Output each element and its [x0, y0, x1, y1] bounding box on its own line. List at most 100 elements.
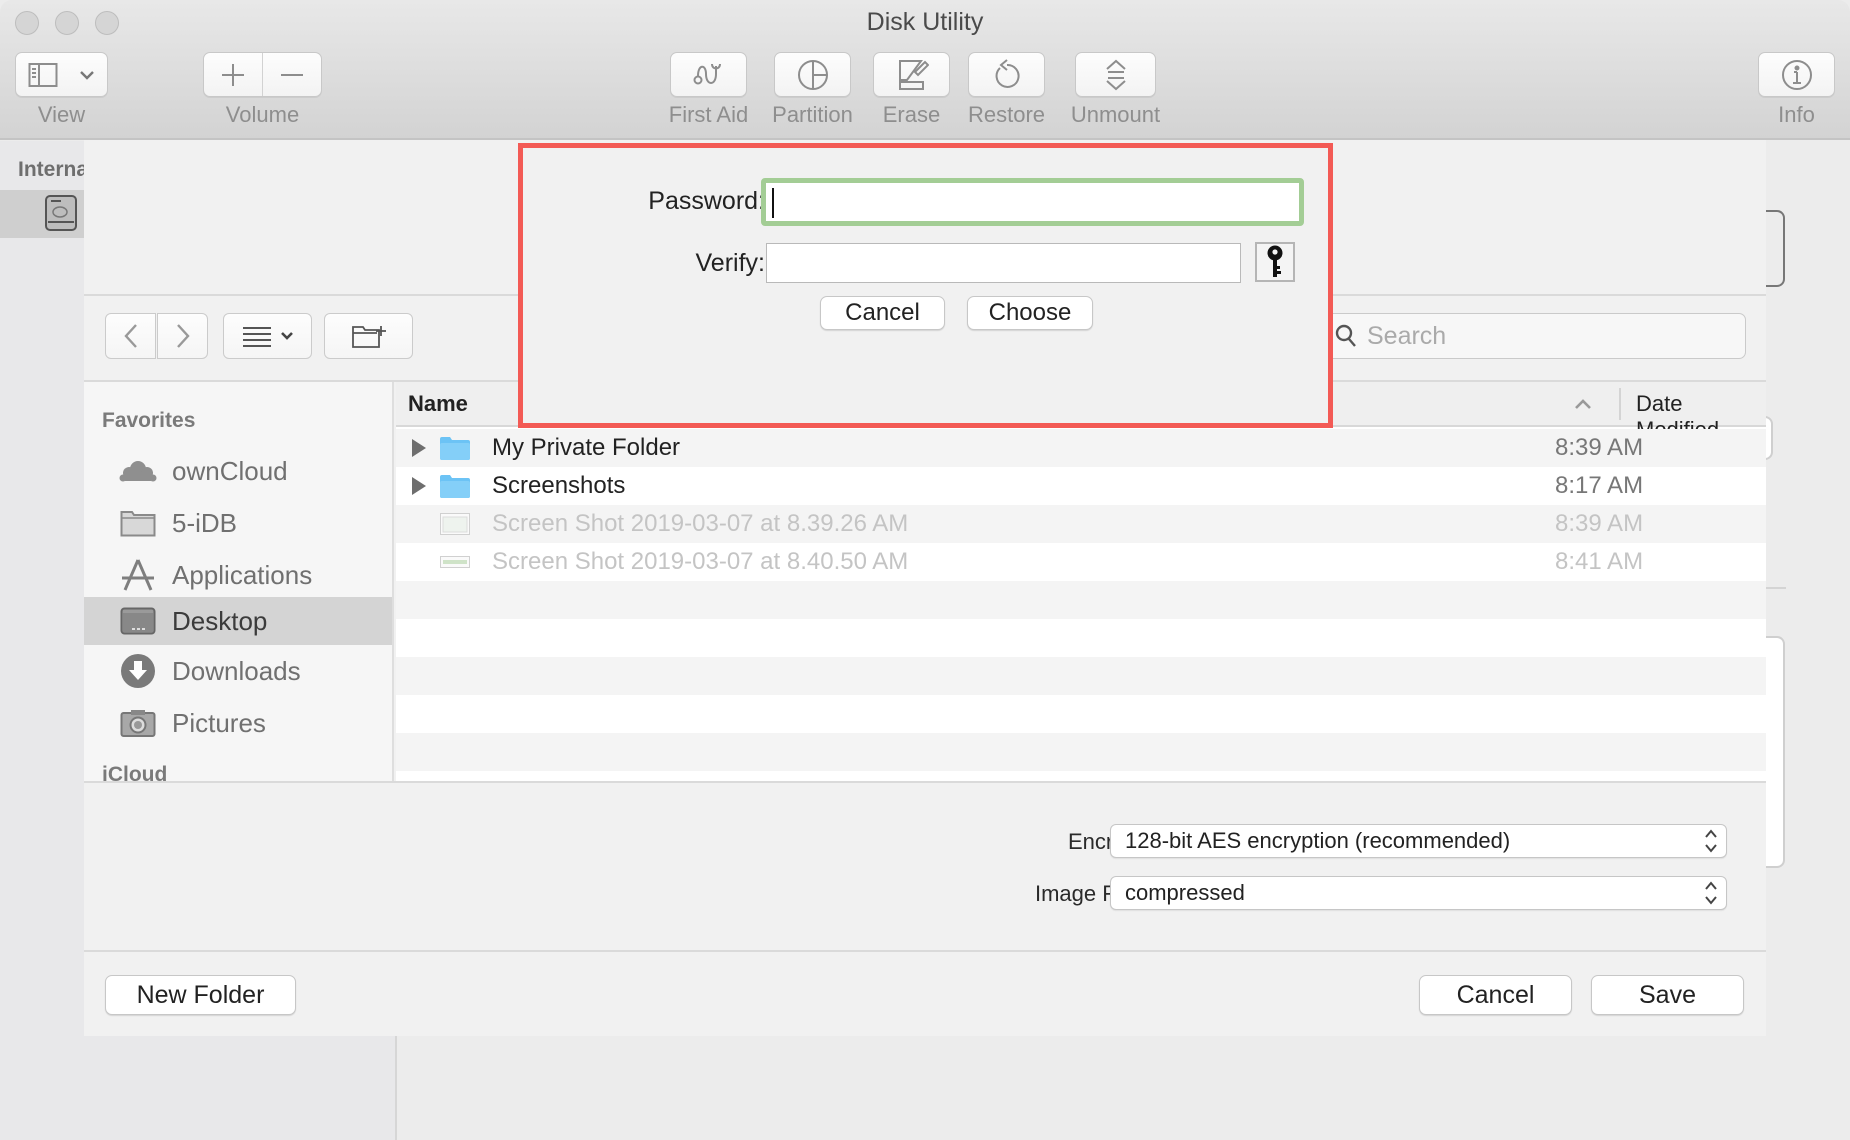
new-folder-icon	[351, 326, 386, 348]
empty-row	[396, 581, 1766, 619]
password-label: Password:	[648, 187, 765, 215]
unmount-button[interactable]	[1075, 52, 1156, 97]
downloads-icon	[121, 654, 155, 688]
sidebar-item-label: Pictures	[172, 707, 266, 738]
cancel-button[interactable]: Cancel	[1419, 975, 1572, 1015]
sidebar-header-icloud: iCloud	[102, 763, 168, 782]
first-aid-label: First Aid	[668, 102, 749, 127]
date-modified-column-header[interactable]: Date Modified	[1622, 382, 1766, 442]
folder-icon	[440, 437, 470, 460]
view-label: View	[37, 102, 86, 127]
volume-button-group	[203, 52, 322, 97]
file-date: 8:17 AM	[1555, 472, 1644, 499]
verify-field[interactable]	[766, 243, 1241, 283]
unmount-label: Unmount	[1070, 102, 1161, 127]
list-view-icon	[242, 327, 271, 347]
add-volume-button[interactable]	[204, 53, 263, 96]
disclosure-triangle-icon[interactable]	[412, 439, 426, 457]
finder-sidebar: Favorites ownCloud 5-iDB Applications De…	[84, 382, 394, 782]
sidebar-item-downloads[interactable]: Downloads	[84, 647, 392, 695]
minus-icon	[280, 73, 303, 76]
plus-icon	[221, 63, 244, 86]
stethoscope-icon	[693, 63, 721, 84]
divider	[84, 781, 1766, 783]
restore-button[interactable]	[968, 52, 1045, 97]
volume-label: Volume	[225, 102, 300, 127]
pictures-icon	[120, 710, 156, 737]
save-button[interactable]: Save	[1591, 975, 1744, 1015]
password-assistant-button[interactable]	[1255, 242, 1295, 282]
sidebar-item-pictures[interactable]: Pictures	[84, 699, 392, 747]
desktop-icon	[120, 607, 156, 635]
empty-row	[396, 619, 1766, 657]
new-folder-toolbar-button[interactable]	[324, 313, 413, 359]
chevron-down-icon	[80, 70, 94, 80]
hard-disk-icon	[45, 195, 77, 231]
sidebar-toggle-icon	[28, 62, 58, 87]
sidebar-item-desktop[interactable]: Desktop	[84, 597, 392, 645]
encryption-value: 128-bit AES encryption (recommended)	[1125, 828, 1511, 853]
applications-icon	[122, 559, 154, 591]
remove-volume-button[interactable]	[263, 53, 322, 96]
sidebar-item-label: 5-iDB	[172, 507, 238, 538]
sidebar-item-disk[interactable]	[0, 190, 84, 238]
file-row: Screen Shot 2019-03-07 at 8.40.50 AM 8:4…	[396, 543, 1766, 581]
owncloud-icon	[119, 461, 157, 482]
erase-icon	[898, 59, 929, 90]
password-dialog: Password: Verify: Cancel Choose	[518, 143, 1333, 428]
sidebar-item-applications[interactable]: Applications	[84, 551, 392, 599]
first-aid-button[interactable]	[670, 52, 747, 97]
divider	[84, 950, 1766, 952]
chevron-right-icon	[176, 324, 190, 348]
verify-label: Verify:	[695, 249, 765, 277]
partition-label: Partition	[772, 102, 853, 127]
sidebar-item-5-idb[interactable]: 5-iDB	[84, 499, 392, 547]
restore-icon	[995, 58, 1020, 88]
screenshot-file-icon	[440, 556, 470, 568]
sidebar-item-label: Desktop	[172, 605, 268, 636]
sidebar-item-label: Downloads	[172, 655, 301, 686]
column-divider	[1619, 388, 1621, 420]
partition-button[interactable]	[774, 52, 851, 97]
file-name: Screen Shot 2019-03-07 at 8.39.26 AM	[492, 510, 909, 537]
chevron-left-icon	[123, 324, 137, 348]
encryption-popup[interactable]: 128-bit AES encryption (recommended)	[1110, 824, 1727, 858]
info-button[interactable]	[1758, 52, 1835, 97]
view-options-button[interactable]	[223, 313, 312, 359]
sidebar-item-label: ownCloud	[172, 455, 288, 486]
erase-button[interactable]	[873, 52, 950, 97]
file-name: Screen Shot 2019-03-07 at 8.40.50 AM	[492, 548, 909, 575]
info-icon	[1781, 59, 1812, 90]
text-caret	[772, 188, 774, 218]
folder-icon	[120, 511, 156, 537]
file-row[interactable]: My Private Folder 8:39 AM	[396, 429, 1766, 467]
background-divider	[1766, 587, 1786, 589]
password-cancel-button[interactable]: Cancel	[820, 296, 945, 330]
new-folder-button[interactable]: New Folder	[105, 975, 296, 1015]
image-format-popup[interactable]: compressed	[1110, 876, 1727, 910]
file-name: My Private Folder	[492, 434, 681, 461]
info-label: Info	[1778, 102, 1815, 127]
sidebar-item-label: Applications	[172, 559, 313, 590]
chevron-down-icon	[280, 332, 293, 340]
search-field[interactable]: Search	[1320, 313, 1746, 359]
search-icon	[1335, 324, 1356, 347]
file-date: 8:41 AM	[1555, 548, 1644, 575]
window-title: Disk Utility	[866, 8, 984, 36]
empty-row	[396, 657, 1766, 695]
sidebar-item-owncloud[interactable]: ownCloud	[84, 447, 392, 495]
file-date: 8:39 AM	[1555, 510, 1644, 537]
disclosure-triangle-icon[interactable]	[412, 477, 426, 495]
file-name: Screenshots	[492, 472, 626, 499]
view-button[interactable]	[15, 52, 108, 97]
choose-button[interactable]: Choose	[967, 296, 1093, 330]
file-row[interactable]: Screenshots 8:17 AM	[396, 467, 1766, 505]
popup-arrows-icon	[1705, 829, 1717, 853]
forward-button[interactable]	[157, 313, 208, 359]
image-format-value: compressed	[1125, 880, 1245, 905]
back-button[interactable]	[105, 313, 156, 359]
unmount-icon	[1105, 59, 1126, 90]
erase-label: Erase	[882, 102, 941, 127]
password-field[interactable]	[761, 178, 1304, 226]
popup-arrows-icon	[1705, 881, 1717, 905]
